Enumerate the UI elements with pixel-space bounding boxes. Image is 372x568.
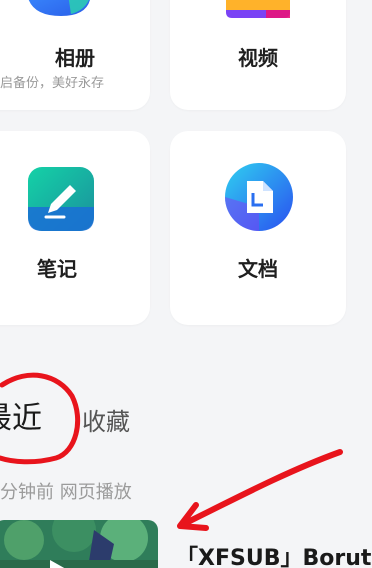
video-title: 视频 — [238, 46, 278, 70]
recent-item-meta: 分钟前 网页播放 — [0, 482, 132, 503]
notes-card[interactable]: 笔记 — [0, 131, 150, 325]
album-icon — [28, 0, 90, 16]
notes-title: 笔记 — [37, 257, 77, 281]
video-card[interactable]: 视频 — [170, 0, 346, 110]
album-subtitle: 启备份，美好永存 — [0, 76, 105, 91]
thumbnail-image — [0, 520, 158, 568]
album-card[interactable]: 相册 启备份，美好永存 — [0, 0, 150, 110]
recent-item-title[interactable]: 「XFSUB」Boruto — [176, 540, 372, 568]
docs-title: 文档 — [238, 257, 278, 281]
album-title: 相册 — [55, 46, 95, 70]
document-icon — [225, 163, 293, 231]
recent-item-thumbnail[interactable] — [0, 520, 158, 568]
video-icon — [226, 0, 290, 18]
tab-recent[interactable]: 最近 — [0, 393, 42, 437]
play-icon — [50, 560, 65, 568]
notes-icon — [28, 167, 94, 231]
tab-favorites[interactable]: 收藏 — [82, 402, 130, 437]
docs-card[interactable]: 文档 — [170, 131, 346, 325]
file-browser-screen: 相册 启备份，美好永存 视频 笔记 文档 近 收藏 分钟前 网页播放 「XFSU… — [0, 0, 372, 568]
annotation-arrow — [177, 449, 343, 531]
